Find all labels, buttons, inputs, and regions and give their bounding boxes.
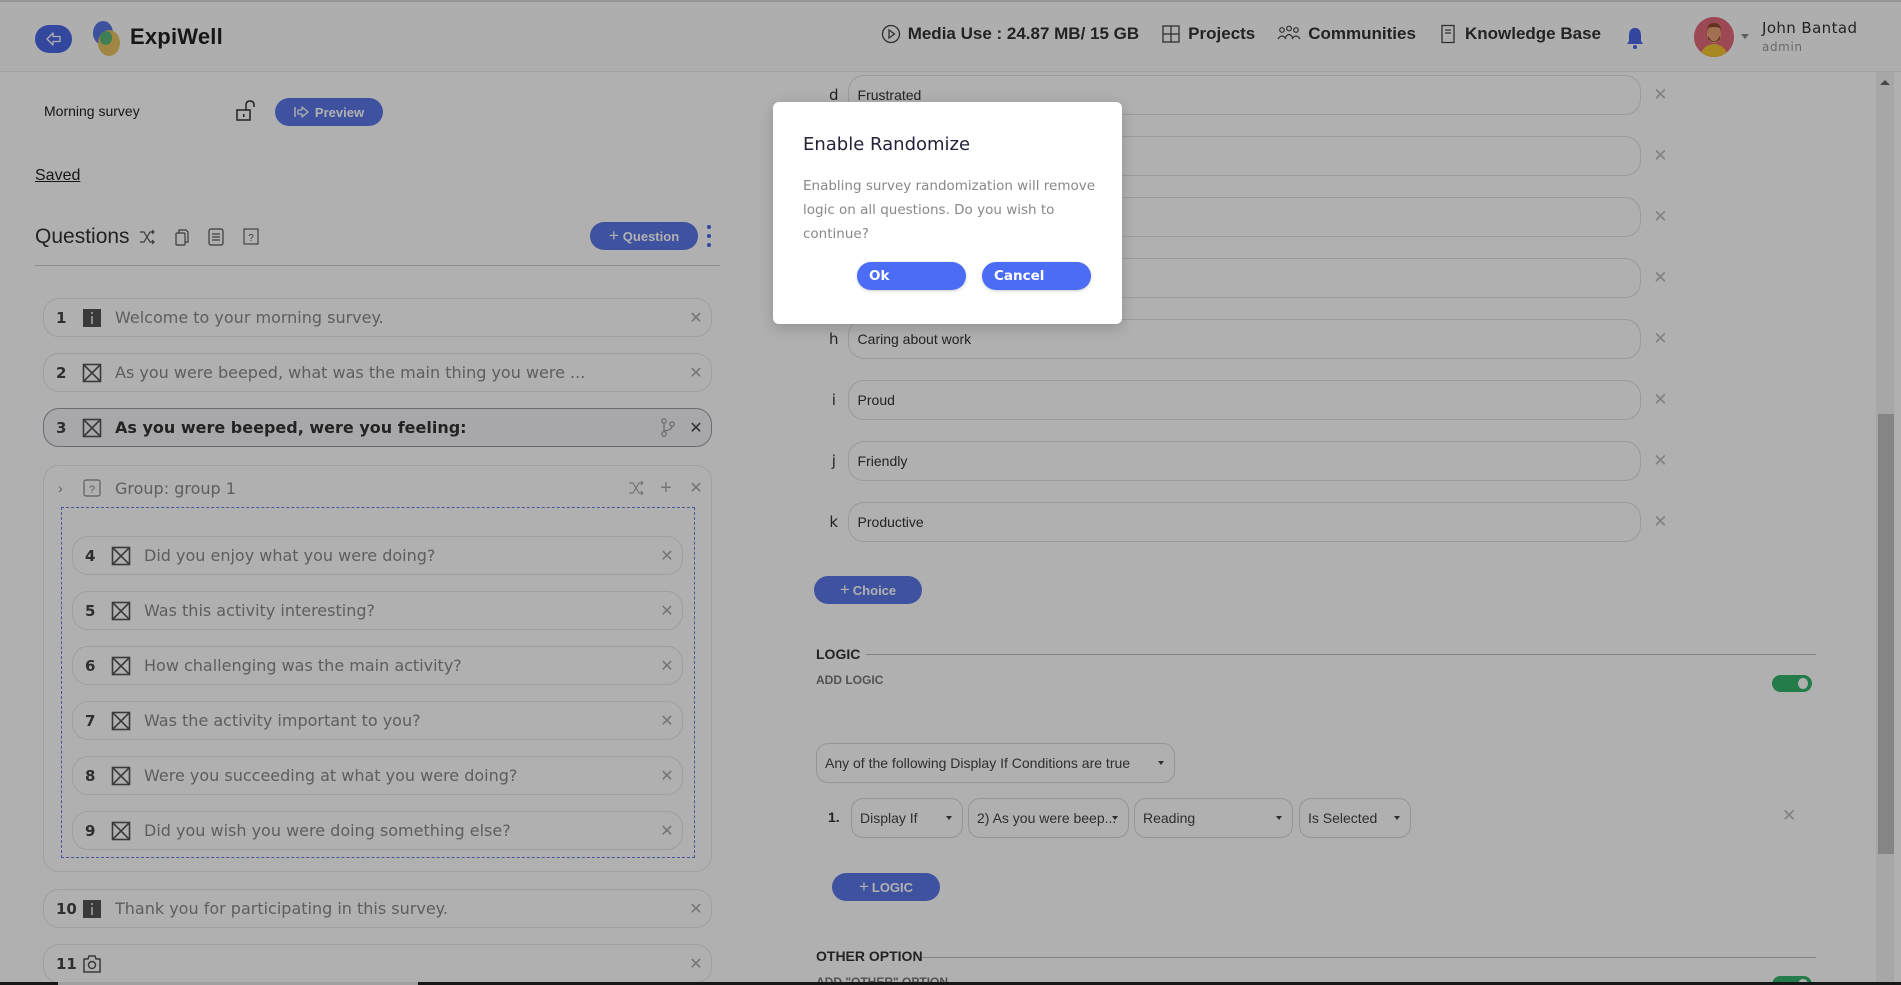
- dialog-message: Enabling survey randomization will remov…: [803, 178, 1096, 242]
- cancel-button[interactable]: Cancel: [982, 262, 1091, 290]
- ok-button[interactable]: Ok: [857, 262, 966, 290]
- enable-randomize-dialog: Enable Randomize Enabling survey randomi…: [773, 102, 1122, 324]
- dialog-title: Enable Randomize: [803, 134, 971, 155]
